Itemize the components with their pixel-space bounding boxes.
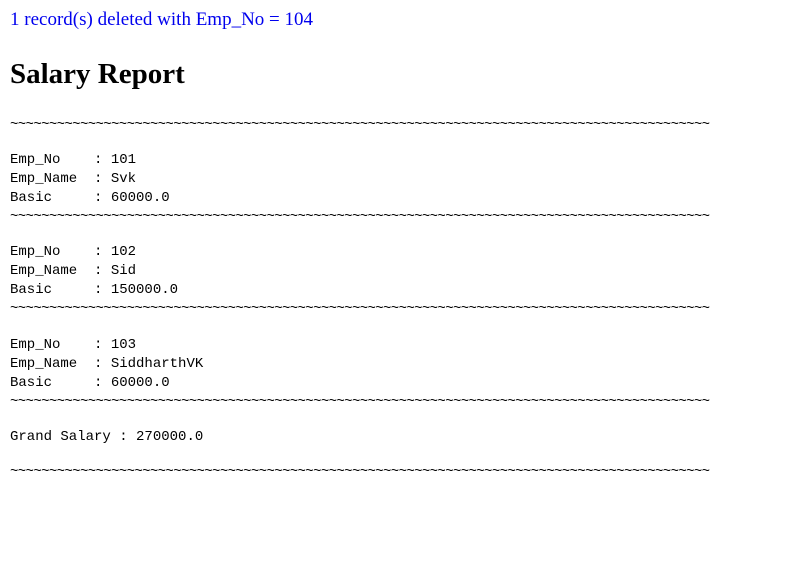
emp-no-value: 101 [110,152,137,168]
record-basic: Basic : 150000.0 [10,281,178,300]
basic-label: Basic : [10,375,111,391]
emp-no-value: 102 [110,244,137,260]
emp-name-label: Emp_Name : [10,263,111,279]
emp-no-value: 103 [110,337,137,353]
basic-value: 150000.0 [110,282,179,298]
basic-value: 60000.0 [110,375,170,391]
emp-name-label: Emp_Name : [10,356,111,372]
basic-label: Basic : [10,190,111,206]
record-emp-name: Emp_Name : SiddharthVK [10,355,203,374]
record-basic: Basic : 60000.0 [10,189,170,208]
emp-name-label: Emp_Name : [10,171,111,187]
separator: ~~~~~~~~~~~~~~~~~~~~~~~~~~~~~~~~~~~~~~~~… [10,394,710,410]
emp-name-value: Svk [110,171,137,187]
separator: ~~~~~~~~~~~~~~~~~~~~~~~~~~~~~~~~~~~~~~~~… [10,117,710,133]
emp-no-label: Emp_No : [10,244,111,260]
record-emp-name: Emp_Name : Sid [10,262,136,281]
record-emp-name: Emp_Name : Svk [10,170,136,189]
emp-no-label: Emp_No : [10,152,111,168]
record-emp-no: Emp_No : 101 [10,151,136,170]
separator: ~~~~~~~~~~~~~~~~~~~~~~~~~~~~~~~~~~~~~~~~… [10,301,710,317]
record-emp-no: Emp_No : 102 [10,243,136,262]
basic-value: 60000.0 [110,190,170,206]
report-title: Salary Report [10,58,185,90]
grand-salary-label: Grand Salary : [10,429,137,445]
emp-no-label: Emp_No : [10,337,111,353]
record-emp-no: Emp_No : 103 [10,336,136,355]
separator: ~~~~~~~~~~~~~~~~~~~~~~~~~~~~~~~~~~~~~~~~… [10,464,710,480]
grand-salary: Grand Salary : 270000.0 [10,428,203,447]
status-message: 1 record(s) deleted with Emp_No = 104 [10,9,314,30]
emp-name-value: SiddharthVK [110,356,204,372]
grand-salary-value: 270000.0 [136,429,204,445]
emp-name-value: Sid [110,263,137,279]
record-basic: Basic : 60000.0 [10,374,170,393]
basic-label: Basic : [10,282,111,298]
separator: ~~~~~~~~~~~~~~~~~~~~~~~~~~~~~~~~~~~~~~~~… [10,209,710,225]
